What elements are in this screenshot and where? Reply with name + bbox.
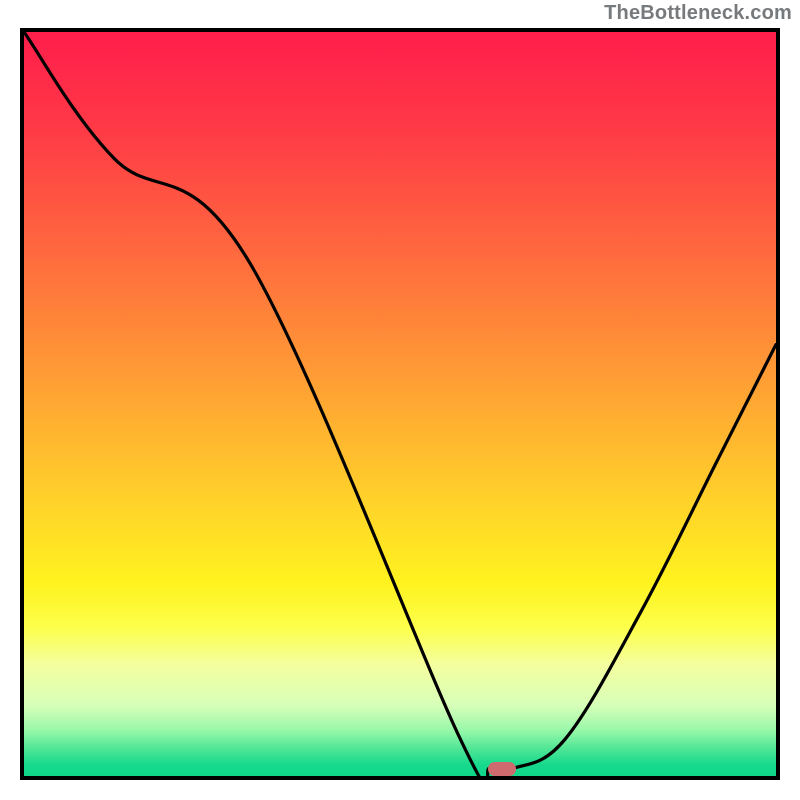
optimal-marker [488,762,516,776]
plot-frame [20,28,780,780]
plot-area [24,32,776,776]
chart-container: TheBottleneck.com [0,0,800,800]
attribution-label: TheBottleneck.com [604,2,792,25]
bottleneck-curve [24,32,776,776]
